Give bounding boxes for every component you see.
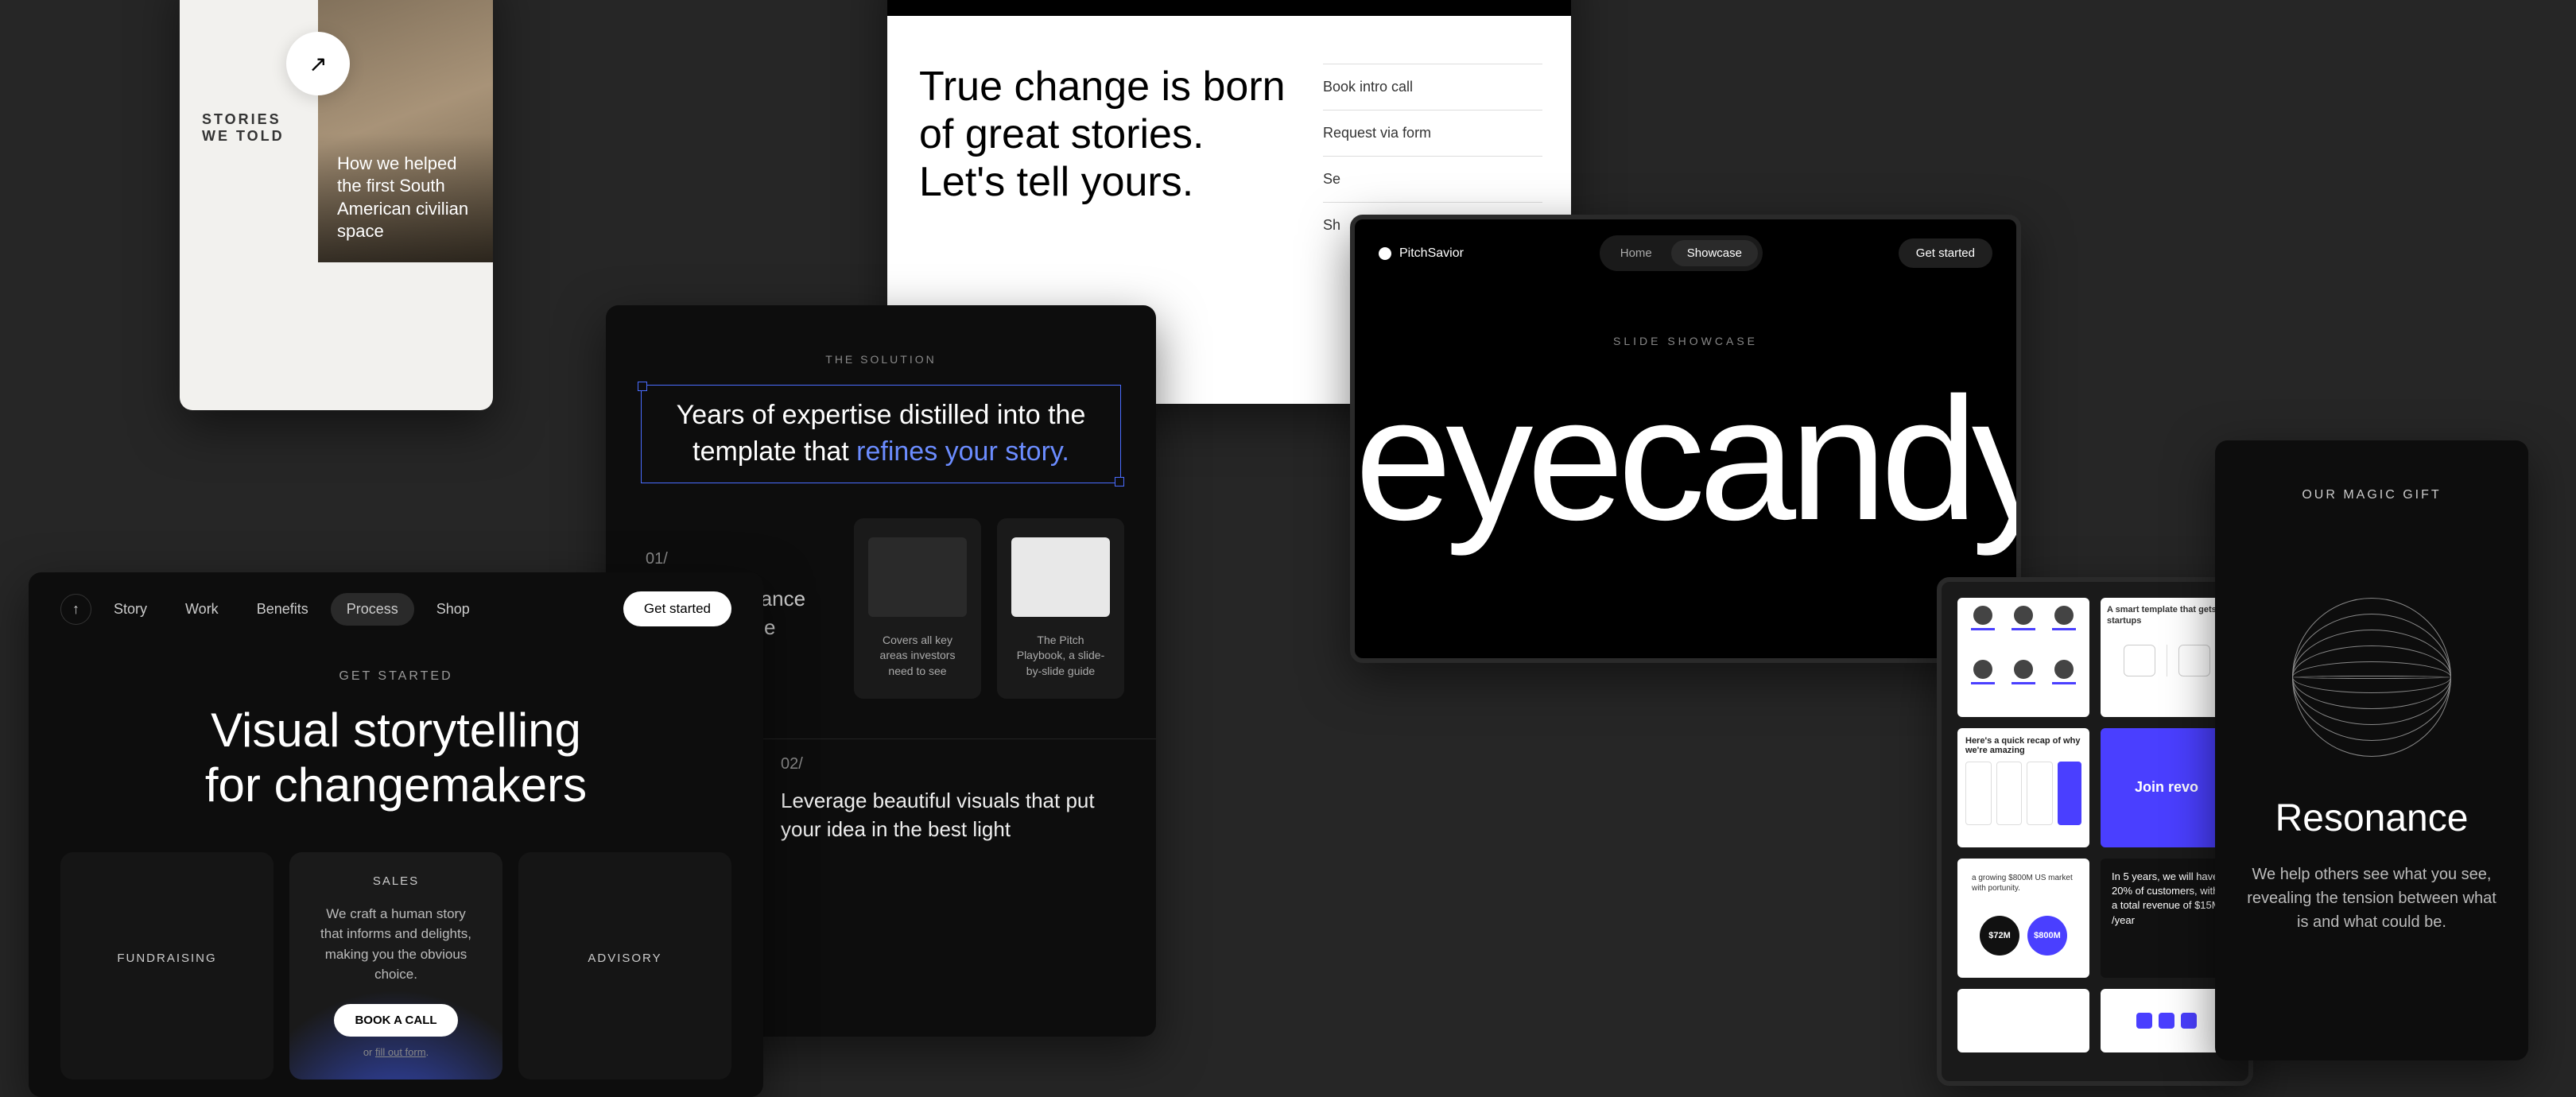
nav-benefits[interactable]: Benefits bbox=[241, 593, 324, 626]
tile-playbook[interactable]: The Pitch Playbook, a slide-by-slide gui… bbox=[997, 518, 1124, 699]
slide-template-intro[interactable]: A smart template that gets startups bbox=[2101, 598, 2233, 717]
tile-thumb bbox=[1011, 537, 1110, 617]
arrow-link-icon[interactable]: ↗ bbox=[286, 32, 350, 95]
slide-recap[interactable]: Here's a quick recap of why we're amazin… bbox=[1957, 728, 2089, 847]
pill-showcase[interactable]: Showcase bbox=[1671, 240, 1758, 266]
service-tabs: FUNDRAISING SALES We craft a human story… bbox=[29, 852, 763, 1080]
brand-logo-icon bbox=[1379, 247, 1391, 260]
story-caption: How we helped the first South American c… bbox=[318, 134, 493, 262]
tab-advisory[interactable]: ADVISORY bbox=[518, 852, 731, 1080]
brand[interactable]: PitchSavior bbox=[1379, 246, 1464, 261]
sphere-icon bbox=[2292, 598, 2451, 757]
resonance-title: Resonance bbox=[2247, 797, 2496, 840]
showcase-label: SLIDE SHOWCASE bbox=[1355, 287, 2016, 347]
resonance-eyebrow: OUR MAGIC GIFT bbox=[2247, 488, 2496, 502]
story-image: ↗ How we helped the first South American… bbox=[318, 0, 493, 262]
tile-thumb bbox=[868, 537, 967, 617]
nav-work[interactable]: Work bbox=[169, 593, 235, 626]
section-number-2: 02/ bbox=[781, 755, 1124, 786]
tab-sales[interactable]: SALES We craft a human story that inform… bbox=[289, 852, 502, 1080]
fill-form-link[interactable]: fill out form bbox=[375, 1046, 426, 1058]
hero-eyebrow: GET STARTED bbox=[29, 645, 763, 684]
section-2-desc: Leverage beautiful visuals that put your… bbox=[781, 786, 1124, 844]
template-grid-card: A smart template that gets startups Here… bbox=[1937, 577, 2253, 1086]
pill-home[interactable]: Home bbox=[1604, 240, 1668, 266]
nav-story[interactable]: Story bbox=[98, 593, 163, 626]
contact-headline: True change is born of great stories. Le… bbox=[919, 64, 1301, 206]
hero-headline: Visual storytellingfor changemakers bbox=[29, 684, 763, 852]
tab-sub: or fill out form. bbox=[363, 1046, 429, 1058]
stories-card: STORIES WE TOLD ↗ How we helped the firs… bbox=[180, 0, 493, 410]
book-call-button[interactable]: BOOK A CALL bbox=[334, 1004, 457, 1037]
link-book-call[interactable]: Book intro call bbox=[1323, 64, 1542, 110]
get-started-pill[interactable]: Get started bbox=[1899, 238, 1992, 268]
slide-grid: A smart template that gets startups Here… bbox=[1957, 598, 2233, 1052]
top-black-bar bbox=[887, 0, 1571, 16]
pitchsavior-card: PitchSavior Home Showcase Get started SL… bbox=[1350, 215, 2021, 663]
up-arrow-icon[interactable]: ↑ bbox=[60, 594, 91, 625]
get-started-button[interactable]: Get started bbox=[623, 591, 731, 626]
slide-revenue[interactable]: 5 year revenue channel expansion bbox=[1957, 989, 2089, 1052]
nav-pills: Home Showcase bbox=[1600, 235, 1763, 271]
slide-join[interactable]: Join revo bbox=[2101, 728, 2233, 847]
link-item[interactable]: Se bbox=[1323, 156, 1542, 202]
tab-fundraising[interactable]: FUNDRAISING bbox=[60, 852, 274, 1080]
top-bar: PitchSavior Home Showcase Get started bbox=[1355, 219, 2016, 287]
slide-icons[interactable] bbox=[2101, 989, 2233, 1052]
tile-key-areas[interactable]: Covers all key areas investors need to s… bbox=[854, 518, 981, 699]
top-nav: ↑ Story Work Benefits Process Shop Get s… bbox=[29, 572, 763, 645]
solution-headline: Years of expertise distilled into the te… bbox=[606, 366, 1156, 502]
nav-shop[interactable]: Shop bbox=[421, 593, 486, 626]
solution-eyebrow: THE SOLUTION bbox=[606, 305, 1156, 366]
slide-market[interactable]: a growing $800M US market with portunity… bbox=[1957, 859, 2089, 978]
nav-process[interactable]: Process bbox=[331, 593, 414, 626]
slide-team[interactable] bbox=[1957, 598, 2089, 717]
resonance-card: OUR MAGIC GIFT Resonance We help others … bbox=[2215, 440, 2528, 1060]
slide-forecast[interactable]: In 5 years, we will have 20% of customer… bbox=[2101, 859, 2233, 978]
showcase-title: eyecandy bbox=[1355, 347, 2016, 546]
storytelling-card: ↑ Story Work Benefits Process Shop Get s… bbox=[29, 572, 763, 1097]
link-request-form[interactable]: Request via form bbox=[1323, 110, 1542, 156]
resonance-body: We help others see what you see, reveali… bbox=[2247, 862, 2496, 934]
